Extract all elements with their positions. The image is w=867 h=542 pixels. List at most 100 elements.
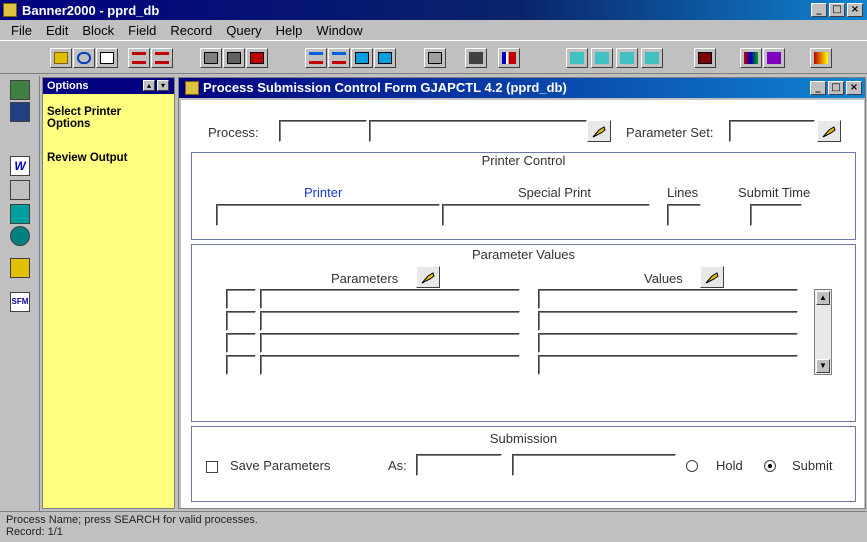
nav-button-4[interactable] <box>641 48 663 68</box>
option-select-printer[interactable]: Select Printer Options <box>47 106 137 130</box>
cancel-query-button[interactable] <box>246 48 268 68</box>
menu-record[interactable]: Record <box>163 20 219 40</box>
form-maximize-button[interactable]: □ <box>828 81 844 95</box>
print-icon <box>428 52 442 64</box>
rollback-button[interactable] <box>73 48 95 68</box>
sfm-icon[interactable]: SFM <box>10 292 30 312</box>
parameter-number-field[interactable] <box>226 355 256 375</box>
process-code-field[interactable] <box>279 120 367 142</box>
parameter-value-field[interactable] <box>538 289 798 309</box>
exit-door-button[interactable] <box>810 48 832 68</box>
navigate-icon <box>570 52 584 64</box>
maximize-button[interactable]: □ <box>829 3 845 17</box>
parameter-set-field[interactable] <box>729 120 815 142</box>
execute-query-button[interactable] <box>223 48 245 68</box>
status-bar: Process Name; press SEARCH for valid pro… <box>0 511 867 542</box>
parameter-scrollbar[interactable]: ▲ ▼ <box>814 289 832 375</box>
menu-edit[interactable]: Edit <box>39 20 75 40</box>
printer-button[interactable] <box>465 48 487 68</box>
help-book-button[interactable] <box>763 48 785 68</box>
printer-control-section: Printer Control Printer Special Print Li… <box>191 152 856 240</box>
help-book-icon <box>767 52 781 64</box>
menu-help[interactable]: Help <box>269 20 310 40</box>
search-hand-icon <box>705 272 719 284</box>
spreadsheet-icon[interactable] <box>10 102 30 122</box>
menu-window[interactable]: Window <box>309 20 369 40</box>
values-search-button[interactable] <box>700 266 724 288</box>
parameter-value-field[interactable] <box>538 333 798 353</box>
chart-icon <box>502 52 516 64</box>
process-search-button[interactable] <box>587 120 611 142</box>
save-as-description-field[interactable] <box>512 454 676 476</box>
parameter-number-field[interactable] <box>226 289 256 309</box>
duplicate-record-button[interactable] <box>351 48 373 68</box>
nav-button-1[interactable] <box>566 48 588 68</box>
scroll-up-button[interactable]: ▲ <box>816 291 830 305</box>
excel-icon[interactable] <box>10 180 30 200</box>
option-review-output[interactable]: Review Output <box>47 152 128 164</box>
menu-file[interactable]: File <box>4 20 39 40</box>
submit-time-field[interactable] <box>750 204 802 226</box>
nav-button-2[interactable] <box>591 48 613 68</box>
duplicate-record-icon <box>355 52 369 64</box>
print-button[interactable] <box>424 48 446 68</box>
form-minimize-button[interactable]: _ <box>810 81 826 95</box>
parameter-description-field[interactable] <box>260 289 520 309</box>
nav-button-3[interactable] <box>616 48 638 68</box>
form-close-button[interactable]: × <box>846 81 862 95</box>
parameter-value-field[interactable] <box>538 355 798 375</box>
parameter-value-field[interactable] <box>538 311 798 331</box>
save-as-code-field[interactable] <box>416 454 502 476</box>
toolbar <box>0 40 867 74</box>
exit-button[interactable] <box>96 48 118 68</box>
parameter-set-search-button[interactable] <box>817 120 841 142</box>
globe-icon[interactable] <box>10 226 30 246</box>
parameter-number-field[interactable] <box>226 311 256 331</box>
calculator-icon[interactable] <box>10 80 30 100</box>
parameter-description-field[interactable] <box>260 333 520 353</box>
parameter-number-field[interactable] <box>226 333 256 353</box>
books-button[interactable] <box>740 48 762 68</box>
close-button[interactable]: × <box>847 3 863 17</box>
menu-block[interactable]: Block <box>75 20 121 40</box>
mail-icon[interactable] <box>10 204 30 224</box>
parameters-search-button[interactable] <box>416 266 440 288</box>
enter-query-icon <box>204 52 218 64</box>
chart-button[interactable] <box>498 48 520 68</box>
process-description-field[interactable] <box>369 120 587 142</box>
menu-query[interactable]: Query <box>219 20 268 40</box>
reports-icon[interactable] <box>10 258 30 278</box>
app-icon <box>3 3 17 17</box>
copy-record-button[interactable] <box>374 48 396 68</box>
form-icon <box>185 81 199 95</box>
window-title: Banner2000 - pprd_db <box>22 3 160 18</box>
word-icon[interactable]: W <box>10 156 30 176</box>
parameter-description-field[interactable] <box>260 355 520 375</box>
hold-radio[interactable] <box>686 460 698 472</box>
remove-record-button[interactable] <box>328 48 350 68</box>
lines-field[interactable] <box>667 204 701 226</box>
scroll-down-button[interactable]: ▼ <box>816 359 830 373</box>
previous-block-button[interactable] <box>128 48 150 68</box>
submission-title: Submission <box>489 431 558 446</box>
window-button[interactable] <box>694 48 716 68</box>
options-collapse-button[interactable]: ▴ <box>143 80 155 91</box>
save-parameters-checkbox[interactable] <box>206 461 218 473</box>
menu-field[interactable]: Field <box>121 20 163 40</box>
cancel-query-icon <box>250 52 264 64</box>
enter-query-button[interactable] <box>200 48 222 68</box>
options-close-button[interactable]: ▾ <box>157 80 169 91</box>
save-button[interactable] <box>50 48 72 68</box>
insert-record-button[interactable] <box>305 48 327 68</box>
parameter-description-field[interactable] <box>260 311 520 331</box>
execute-query-icon <box>227 52 241 64</box>
window-title-bar[interactable]: Banner2000 - pprd_db _ □ × <box>0 0 867 20</box>
navigate-icon <box>645 52 659 64</box>
printer-label: Printer <box>304 185 343 200</box>
special-print-field[interactable] <box>442 204 650 226</box>
next-block-button[interactable] <box>151 48 173 68</box>
form-title: Process Submission Control Form GJAPCTL … <box>179 78 865 98</box>
submit-radio[interactable] <box>764 460 776 472</box>
minimize-button[interactable]: _ <box>811 3 827 17</box>
printer-field[interactable] <box>216 204 440 226</box>
